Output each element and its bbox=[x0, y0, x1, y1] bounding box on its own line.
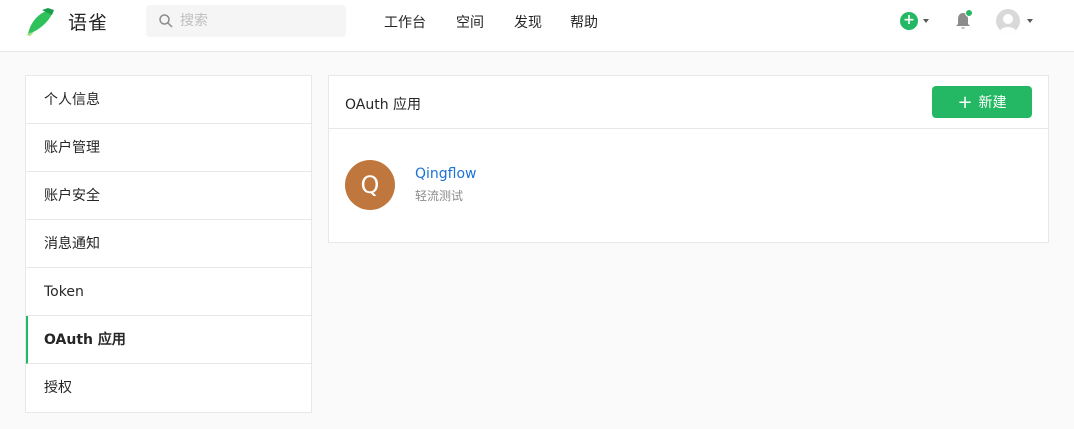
app-avatar[interactable]: Q bbox=[345, 160, 395, 210]
nav-help[interactable]: 帮助 bbox=[570, 12, 598, 32]
app-description: 轻流测试 bbox=[415, 189, 464, 203]
brand-name[interactable]: 语雀 bbox=[68, 8, 108, 35]
nav-spaces[interactable]: 空间 bbox=[456, 12, 484, 32]
nav-discover[interactable]: 发现 bbox=[514, 12, 542, 32]
new-app-button[interactable]: + 新建 bbox=[932, 86, 1032, 118]
page-title: OAuth 应用 bbox=[345, 97, 422, 113]
new-app-label: 新建 bbox=[978, 95, 1007, 111]
top-header: 语雀 工作台 空间 发现 帮助 + bbox=[0, 0, 1074, 52]
nav-workbench[interactable]: 工作台 bbox=[384, 12, 426, 32]
search-box[interactable] bbox=[146, 5, 346, 37]
search-icon bbox=[159, 14, 173, 28]
search-input[interactable] bbox=[180, 5, 340, 37]
notification-dot bbox=[965, 9, 973, 17]
sidebar-item-profile[interactable]: 个人信息 bbox=[26, 76, 311, 124]
app-name-link[interactable]: Qingflow bbox=[415, 166, 477, 182]
user-avatar-icon[interactable] bbox=[996, 9, 1020, 33]
panel-header: OAuth 应用 + 新建 bbox=[329, 76, 1048, 129]
settings-sidebar: 个人信息 账户管理 账户安全 消息通知 Token OAuth 应用 授权 bbox=[25, 75, 312, 413]
sidebar-item-oauth-apps[interactable]: OAuth 应用 bbox=[26, 316, 311, 364]
chevron-down-icon[interactable] bbox=[923, 19, 929, 23]
plus-icon: + bbox=[957, 92, 973, 113]
sidebar-item-account[interactable]: 账户管理 bbox=[26, 124, 311, 172]
sidebar-item-authorizations[interactable]: 授权 bbox=[26, 364, 311, 412]
sidebar-item-security[interactable]: 账户安全 bbox=[26, 172, 311, 220]
yuque-logo-icon[interactable] bbox=[24, 6, 58, 36]
plus-circle-icon[interactable]: + bbox=[900, 12, 918, 30]
sidebar-item-token[interactable]: Token bbox=[26, 268, 311, 316]
sidebar-item-notifications[interactable]: 消息通知 bbox=[26, 220, 311, 268]
chevron-down-icon[interactable] bbox=[1027, 19, 1033, 23]
oauth-apps-panel: OAuth 应用 + 新建 Q Qingflow 轻流测试 bbox=[328, 75, 1049, 243]
